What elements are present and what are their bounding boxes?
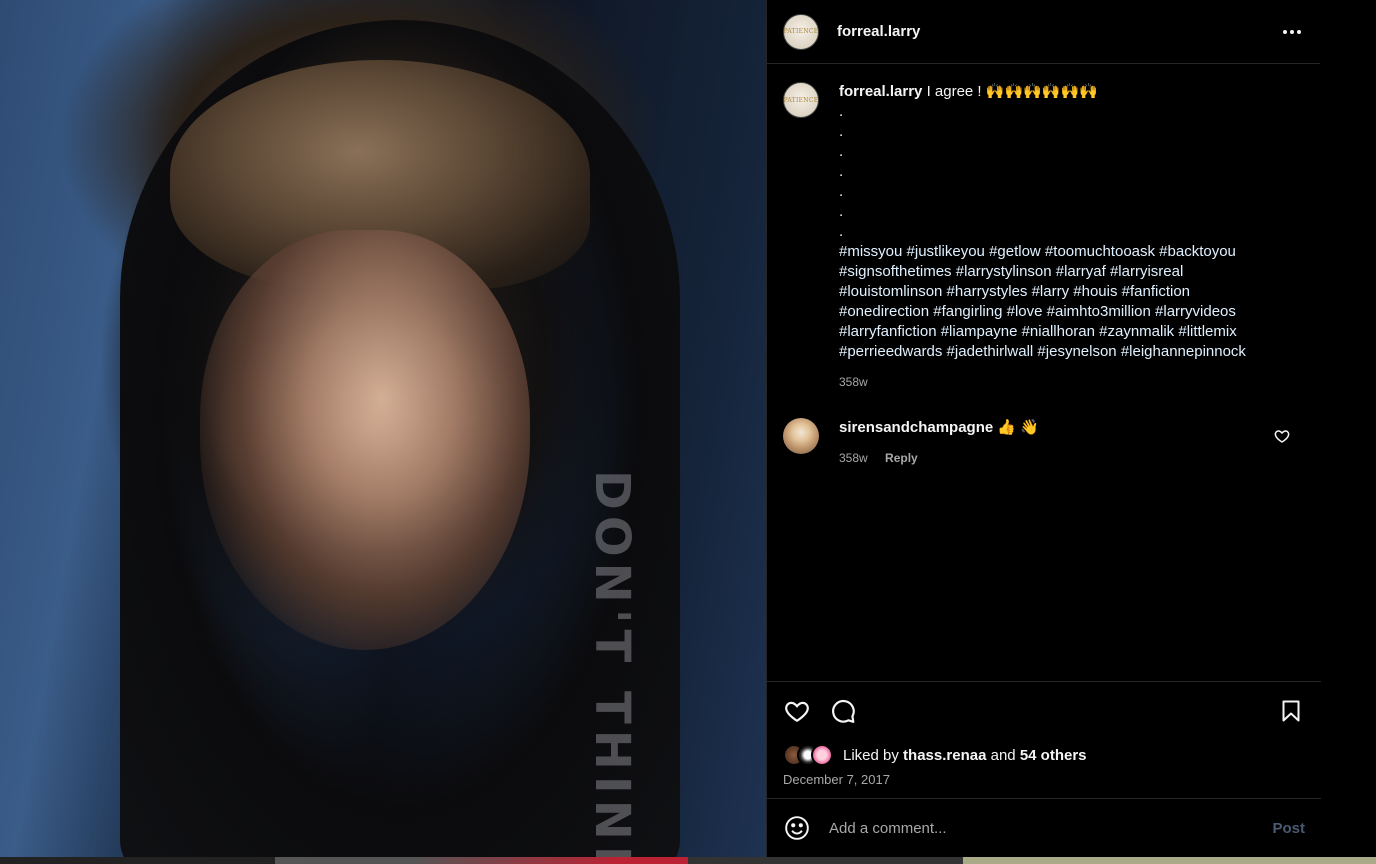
caption-text: I agree ! 🙌🙌🙌🙌🙌🙌	[926, 83, 1098, 100]
author-username[interactable]: forreal.larry	[837, 23, 920, 40]
caption-dots: . . . . . . .	[839, 103, 844, 240]
comment-input[interactable]	[829, 819, 1273, 837]
liker-avatars[interactable]	[783, 744, 837, 766]
post-header: PATIENCE forreal.larry	[767, 0, 1320, 64]
post-comment-button[interactable]: Post	[1272, 820, 1305, 837]
caption-username[interactable]: forreal.larry	[839, 83, 922, 100]
commenter-avatar[interactable]	[783, 418, 819, 454]
heart-icon[interactable]	[783, 697, 811, 725]
caption-avatar[interactable]: PATIENCE	[783, 82, 819, 118]
likes-and: and	[990, 746, 1016, 764]
likes-summary: Liked by thass.renaa and 54 others	[783, 744, 1305, 766]
avatar-text: PATIENCE	[783, 96, 819, 104]
comment-item: sirensandchampagne 👍 👋 358w Reply	[783, 418, 1304, 468]
reply-button[interactable]: Reply	[885, 451, 918, 465]
post-date: December 7, 2017	[783, 772, 890, 787]
likes-prefix: Liked by	[843, 746, 899, 764]
post-photo[interactable]: DON'T THINK	[0, 0, 766, 857]
avatar-text: PATIENCE	[783, 28, 819, 35]
more-options-icon[interactable]	[1280, 20, 1304, 44]
add-comment-bar: Post	[767, 798, 1321, 857]
emoji-icon[interactable]	[783, 814, 811, 842]
photo-face	[200, 230, 530, 650]
comment-text: 👍 👋	[997, 419, 1039, 436]
likes-others[interactable]: 54 others	[1020, 747, 1087, 764]
photo-hoodie-text: DON'T THINK	[584, 470, 640, 857]
comment-username[interactable]: sirensandchampagne	[839, 419, 993, 436]
caption-time: 358w	[839, 375, 868, 389]
caption-hashtags[interactable]: #missyou #justlikeyou #getlow #toomuchto…	[839, 242, 1279, 362]
post-actions: Liked by thass.renaa and 54 others Decem…	[767, 681, 1321, 798]
comment-like-heart-icon[interactable]	[1274, 428, 1290, 444]
author-avatar[interactable]: PATIENCE	[783, 13, 819, 50]
comment-time: 358w	[839, 451, 868, 465]
likes-user[interactable]: thass.renaa	[903, 747, 986, 764]
bookmark-icon[interactable]	[1277, 697, 1305, 725]
related-posts-strip	[0, 857, 1376, 864]
post-side-panel: PATIENCE forreal.larry PATIENCE forreal.…	[766, 0, 1321, 857]
comments-section: PATIENCE forreal.larry I agree ! 🙌🙌🙌🙌🙌🙌 …	[767, 64, 1320, 681]
caption: PATIENCE forreal.larry I agree ! 🙌🙌🙌🙌🙌🙌 …	[783, 82, 1304, 392]
comment-icon[interactable]	[829, 697, 857, 725]
